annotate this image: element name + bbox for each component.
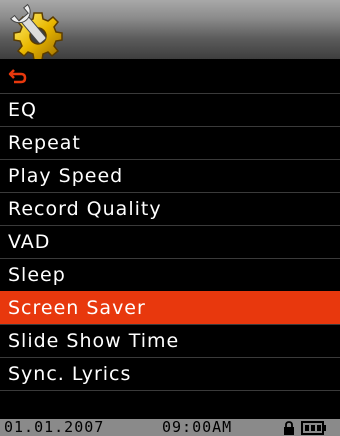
- menu-item-sleep[interactable]: Sleep: [0, 258, 340, 291]
- back-arrow-icon: [8, 69, 27, 84]
- menu-item-screen-saver[interactable]: Screen Saver: [0, 291, 340, 324]
- menu-item-play-speed[interactable]: Play Speed: [0, 159, 340, 192]
- battery-icon: [301, 421, 326, 435]
- menu-item-eq[interactable]: EQ: [0, 93, 340, 126]
- menu-item-record-quality[interactable]: Record Quality: [0, 192, 340, 225]
- back-button[interactable]: [0, 60, 340, 93]
- status-bar: 01.01.2007 09:00AM: [0, 419, 340, 436]
- lock-icon: [284, 421, 294, 435]
- menu-item-vad[interactable]: VAD: [0, 225, 340, 258]
- settings-menu: EQ Repeat Play Speed Record Quality VAD …: [0, 93, 340, 423]
- title-bar: [0, 0, 340, 59]
- menu-item-sync-lyrics[interactable]: Sync. Lyrics: [0, 357, 340, 390]
- status-time: 09:00AM: [162, 419, 233, 436]
- menu-item-slide-show-time[interactable]: Slide Show Time: [0, 324, 340, 357]
- settings-icon: [10, 3, 63, 59]
- menu-item-repeat[interactable]: Repeat: [0, 126, 340, 159]
- status-date: 01.01.2007: [4, 419, 105, 436]
